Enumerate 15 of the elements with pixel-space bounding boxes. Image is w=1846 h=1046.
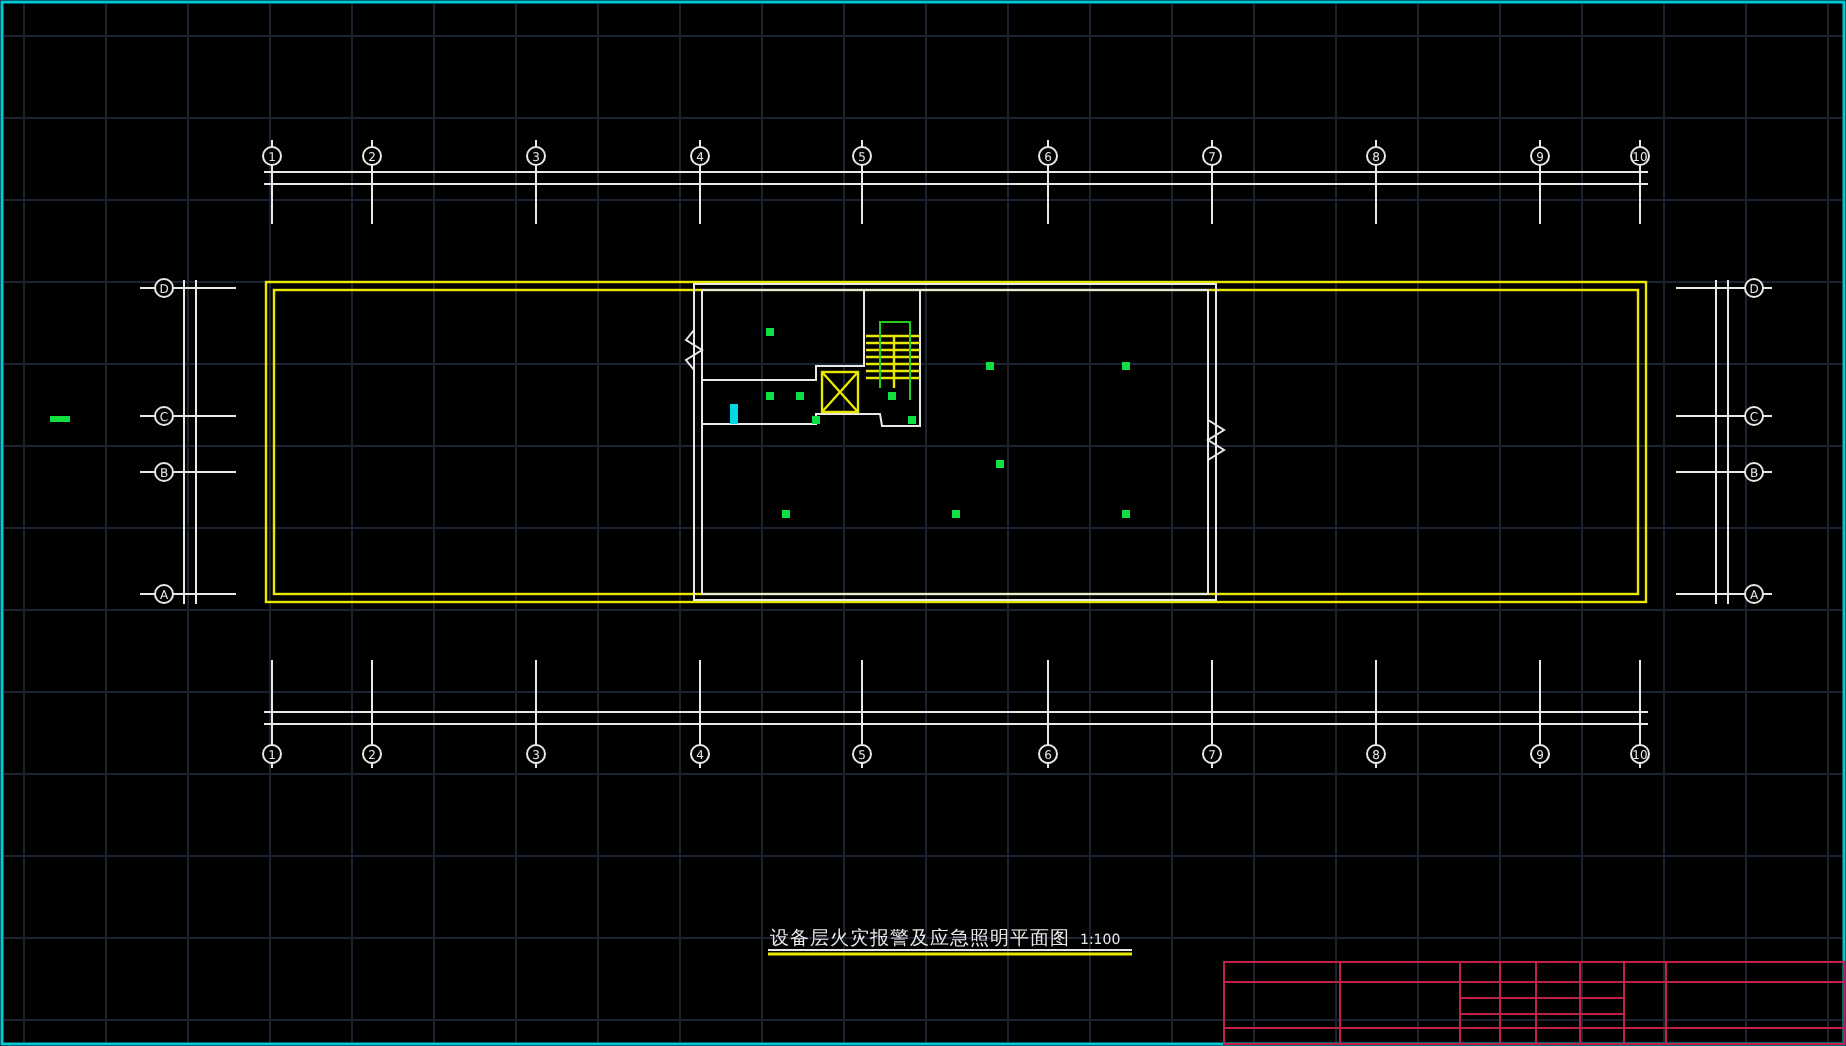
device-symbol bbox=[766, 328, 774, 336]
drawing-title: 设备层火灾报警及应急照明平面图 bbox=[770, 928, 1070, 950]
device-symbol bbox=[986, 362, 994, 370]
device-symbol bbox=[766, 392, 774, 400]
device-symbol bbox=[1122, 362, 1130, 370]
device-symbol bbox=[1122, 510, 1130, 518]
device-symbol bbox=[888, 392, 896, 400]
legend-mark bbox=[50, 416, 70, 422]
device-symbol bbox=[796, 392, 804, 400]
device-symbol bbox=[782, 510, 790, 518]
device-symbol bbox=[952, 510, 960, 518]
device-symbol bbox=[730, 404, 738, 424]
device-symbol bbox=[908, 416, 916, 424]
device-symbol bbox=[812, 416, 820, 424]
device-symbol bbox=[996, 460, 1004, 468]
